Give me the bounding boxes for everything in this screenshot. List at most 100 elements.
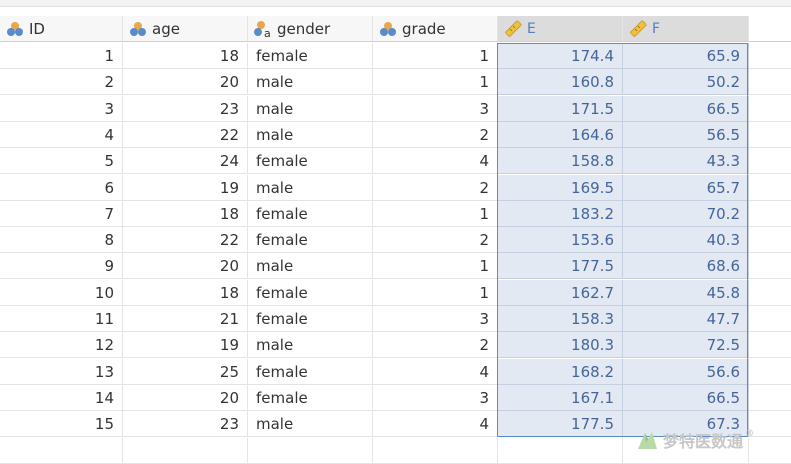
cell-empty[interactable] <box>749 332 791 359</box>
cell-age[interactable]: 18 <box>123 279 248 306</box>
cell-f[interactable]: 66.5 <box>623 95 749 122</box>
cell-id[interactable]: 6 <box>0 174 123 201</box>
cell-f[interactable]: 65.9 <box>623 43 749 69</box>
cell-e[interactable]: 169.5 <box>498 174 623 201</box>
cell-e[interactable]: 174.4 <box>498 43 623 69</box>
cell-grade[interactable]: 4 <box>373 358 498 385</box>
cell-e[interactable]: 168.2 <box>498 358 623 385</box>
cell-id[interactable]: 7 <box>0 200 123 227</box>
cell-empty[interactable] <box>749 175 791 201</box>
cell-e[interactable]: 158.3 <box>498 306 623 332</box>
cell-age[interactable]: 23 <box>123 411 248 438</box>
cell-grade[interactable]: 3 <box>373 95 498 122</box>
cell-f[interactable]: 65.7 <box>623 174 749 201</box>
cell-grade[interactable]: 2 <box>373 174 498 201</box>
cell-f[interactable]: 47.7 <box>623 306 749 332</box>
cell-gender[interactable]: male <box>248 121 373 148</box>
cell-id[interactable]: 8 <box>0 227 123 254</box>
column-header-e[interactable]: E <box>498 16 623 42</box>
cell-f[interactable]: 50.2 <box>623 69 749 96</box>
cell-id[interactable]: 4 <box>0 121 123 148</box>
cell-empty[interactable] <box>749 122 791 148</box>
cell-gender[interactable] <box>248 437 373 464</box>
column-header-gender[interactable]: a gender <box>248 16 373 42</box>
cell-age[interactable]: 21 <box>123 306 248 332</box>
cell-e[interactable]: 164.6 <box>498 121 623 148</box>
column-header-f[interactable]: F <box>623 16 749 42</box>
cell-e[interactable]: 162.7 <box>498 279 623 306</box>
cell-grade[interactable]: 2 <box>373 227 498 254</box>
cell-gender[interactable]: female <box>248 43 373 69</box>
cell-id[interactable]: 2 <box>0 69 123 96</box>
cell-id[interactable]: 3 <box>0 95 123 122</box>
cell-empty[interactable] <box>749 306 791 332</box>
cell-f[interactable]: 70.2 <box>623 200 749 227</box>
cell-e[interactable]: 177.5 <box>498 411 623 438</box>
column-header-id[interactable]: ID <box>0 16 123 42</box>
cell-grade[interactable]: 1 <box>373 200 498 227</box>
cell-age[interactable]: 18 <box>123 43 248 69</box>
cell-gender[interactable]: male <box>248 174 373 201</box>
cell-age[interactable]: 22 <box>123 227 248 254</box>
cell-e[interactable]: 158.8 <box>498 148 623 175</box>
cell-empty[interactable] <box>749 69 791 96</box>
cell-empty[interactable] <box>749 43 791 69</box>
cell-f[interactable]: 45.8 <box>623 279 749 306</box>
cell-gender[interactable]: female <box>248 227 373 254</box>
cell-id[interactable] <box>0 437 123 464</box>
cell-empty[interactable] <box>749 148 791 175</box>
cell-grade[interactable]: 1 <box>373 69 498 96</box>
cell-gender[interactable]: female <box>248 306 373 332</box>
cell-age[interactable]: 20 <box>123 384 248 411</box>
cell-empty[interactable] <box>749 385 791 411</box>
cell-f[interactable]: 72.5 <box>623 332 749 359</box>
cell-grade[interactable]: 1 <box>373 43 498 69</box>
cell-f[interactable]: 56.5 <box>623 121 749 148</box>
cell-f[interactable]: 40.3 <box>623 227 749 254</box>
cell-age[interactable]: 18 <box>123 200 248 227</box>
cell-e[interactable]: 160.8 <box>498 69 623 96</box>
cell-empty[interactable] <box>749 359 791 385</box>
cell-id[interactable]: 5 <box>0 148 123 175</box>
cell-empty[interactable] <box>749 227 791 254</box>
cell-f[interactable]: 66.5 <box>623 384 749 411</box>
cell-grade[interactable]: 4 <box>373 148 498 175</box>
cell-gender[interactable]: male <box>248 253 373 280</box>
cell-grade[interactable] <box>373 437 498 464</box>
cell-f[interactable]: 56.6 <box>623 358 749 385</box>
cell-id[interactable]: 15 <box>0 411 123 438</box>
cell-empty[interactable] <box>749 280 791 306</box>
cell-gender[interactable]: female <box>248 200 373 227</box>
cell-gender[interactable]: female <box>248 384 373 411</box>
cell-grade[interactable]: 2 <box>373 332 498 359</box>
cell-e[interactable]: 177.5 <box>498 253 623 280</box>
cell-age[interactable]: 19 <box>123 332 248 359</box>
cell-id[interactable]: 10 <box>0 279 123 306</box>
cell-age[interactable]: 22 <box>123 121 248 148</box>
cell-e[interactable] <box>498 437 623 464</box>
cell-age[interactable]: 25 <box>123 358 248 385</box>
cell-e[interactable]: 183.2 <box>498 200 623 227</box>
cell-age[interactable]: 20 <box>123 69 248 96</box>
cell-grade[interactable]: 1 <box>373 253 498 280</box>
cell-gender[interactable]: male <box>248 332 373 359</box>
cell-f[interactable]: 68.6 <box>623 253 749 280</box>
cell-gender[interactable]: male <box>248 69 373 96</box>
cell-gender[interactable]: female <box>248 279 373 306</box>
cell-e[interactable]: 153.6 <box>498 227 623 254</box>
cell-id[interactable]: 13 <box>0 358 123 385</box>
cell-age[interactable]: 23 <box>123 95 248 122</box>
cell-gender[interactable]: female <box>248 358 373 385</box>
cell-id[interactable]: 1 <box>0 43 123 69</box>
cell-empty[interactable] <box>749 96 791 122</box>
cell-id[interactable]: 11 <box>0 306 123 332</box>
column-header-age[interactable]: age <box>123 16 248 42</box>
cell-e[interactable]: 167.1 <box>498 384 623 411</box>
cell-id[interactable]: 12 <box>0 332 123 359</box>
cell-empty[interactable] <box>749 201 791 227</box>
cell-grade[interactable]: 3 <box>373 384 498 411</box>
cell-age[interactable]: 24 <box>123 148 248 175</box>
cell-grade[interactable]: 2 <box>373 121 498 148</box>
cell-age[interactable]: 20 <box>123 253 248 280</box>
cell-gender[interactable]: male <box>248 411 373 438</box>
